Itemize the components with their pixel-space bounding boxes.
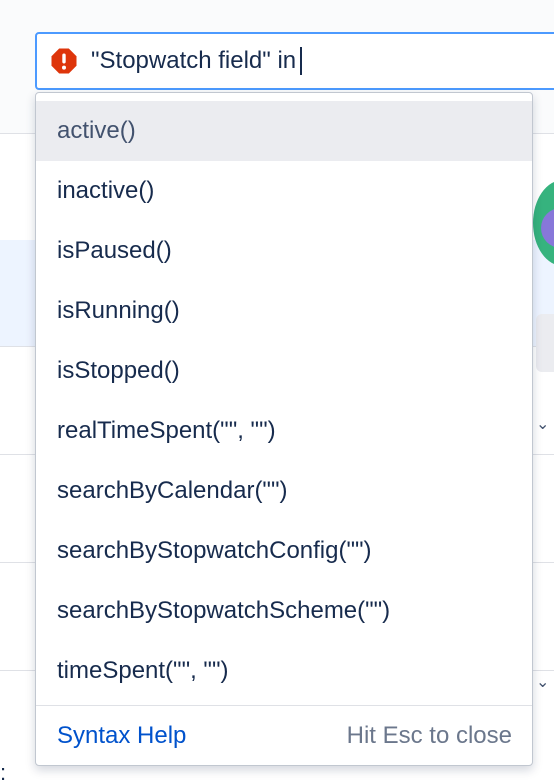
syntax-help-link[interactable]: Syntax Help — [57, 722, 186, 750]
close-hint: Hit Esc to close — [346, 722, 512, 749]
suggestion-item[interactable]: isStopped() — [36, 341, 532, 401]
suggestion-list: active() inactive() isPaused() isRunning… — [36, 101, 532, 701]
suggestion-item[interactable]: searchByStopwatchConfig("") — [36, 521, 532, 581]
background-text-fragment: : — [0, 760, 7, 782]
chevron-down-icon[interactable]: ⌄ — [536, 414, 554, 436]
suggestion-item[interactable]: active() — [36, 101, 532, 161]
suggestion-item[interactable]: searchByCalendar("") — [36, 461, 532, 521]
suggestion-item[interactable]: isPaused() — [36, 221, 532, 281]
page: ⌄ ⌄ "Stopwatch field" in active() inacti… — [0, 0, 554, 782]
suggestion-item[interactable]: inactive() — [36, 161, 532, 221]
dropdown-footer: Syntax Help Hit Esc to close — [36, 705, 532, 765]
text-cursor — [300, 47, 303, 75]
autocomplete-dropdown: active() inactive() isPaused() isRunning… — [35, 92, 533, 766]
jql-search-input[interactable]: "Stopwatch field" in — [35, 32, 554, 90]
suggestion-item[interactable]: isRunning() — [36, 281, 532, 341]
background-chip — [536, 314, 554, 372]
chevron-down-icon[interactable]: ⌄ — [536, 672, 554, 694]
suggestion-item[interactable]: searchByStopwatchScheme("") — [36, 581, 532, 641]
suggestion-item[interactable]: realTimeSpent("", "") — [36, 401, 532, 461]
error-icon — [49, 46, 79, 76]
query-text[interactable]: "Stopwatch field" in — [91, 47, 296, 75]
suggestion-item[interactable]: timeSpent("", "") — [36, 641, 532, 701]
